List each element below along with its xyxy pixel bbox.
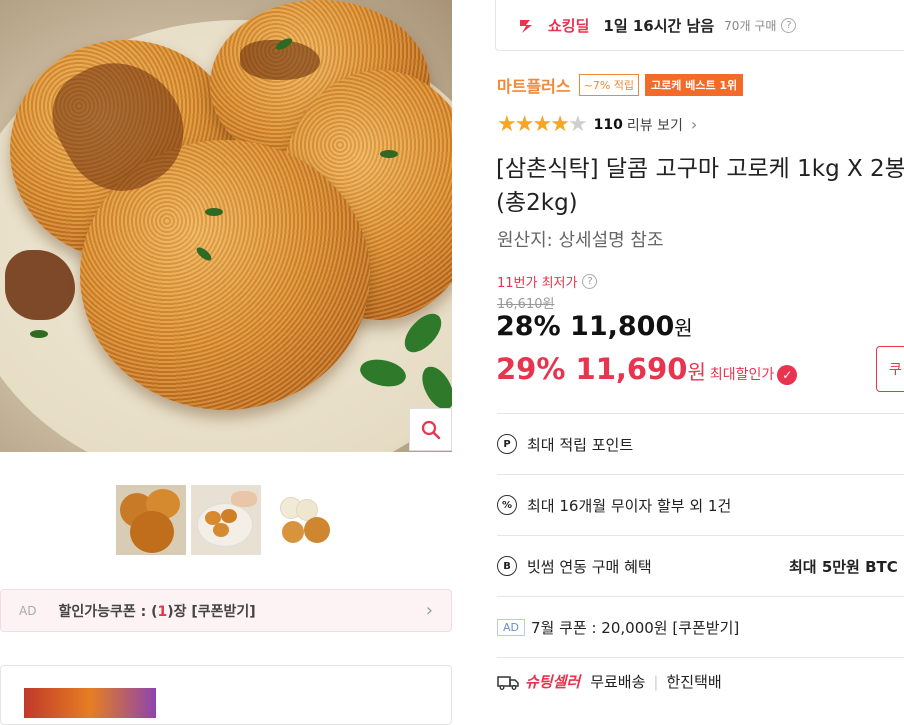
coupon-row-text[interactable]: 7월 쿠폰 : 20,000원 [쿠폰받기] — [531, 617, 739, 638]
ad-label: AD — [497, 618, 525, 636]
star-icon: ★ — [532, 112, 552, 137]
herb-garnish — [30, 330, 48, 338]
thumbnail-1[interactable] — [116, 485, 186, 555]
max-discount-price: 29% 11,690 원 최대할인가 ✓ — [496, 352, 798, 386]
benefit-label: 빗썸 연동 구매 혜택 — [527, 557, 652, 576]
shocking-deal-banner: 쇼킹딜 1일 16시간 남음 70개 구매 ? — [495, 0, 904, 51]
max-discount-rate: 29% — [496, 352, 566, 386]
shocking-deal-icon — [520, 20, 532, 33]
benefit-installment-row[interactable]: % 최대 16개월 무이자 할부 외 1건 — [497, 474, 904, 535]
review-count: 110 — [593, 116, 623, 133]
shooting-seller-logo: 슈팅셀러 — [525, 673, 581, 691]
deal-time-left: 1일 16시간 남음 — [603, 16, 715, 35]
herb-garnish — [205, 208, 223, 216]
points-badge: ~7% 적립 — [578, 74, 640, 96]
lowest-price-label: 11번가 최저가 ? — [497, 272, 598, 291]
ad-label: AD — [19, 603, 37, 618]
divider: | — [653, 672, 659, 691]
sale-price: 28% 11,800원 — [496, 311, 693, 342]
star-icon: ★ — [550, 112, 570, 137]
original-price: 16,610원 — [497, 297, 555, 312]
benefit-bithumb-row[interactable]: B 빗썸 연동 구매 혜택 최대 5만원 BTC — [497, 535, 904, 596]
bitcoin-icon: B — [497, 556, 517, 576]
product-origin: 원산지: 상세설명 참조 — [497, 230, 664, 251]
star-icon: ★ — [497, 112, 517, 137]
thumbnail-3[interactable] — [266, 485, 336, 555]
coupon-text: 할인가능쿠폰 : (1)장 [쿠폰받기] — [58, 603, 256, 620]
benefit-value: 최대 5만원 BTC — [789, 557, 898, 576]
benefit-label: 최대 적립 포인트 — [527, 435, 634, 454]
max-price-value: 11,690 — [575, 352, 688, 386]
coupon-side-button[interactable]: 쿠 — [876, 346, 904, 392]
chevron-right-icon: › — [425, 600, 433, 621]
star-icon: ★ — [514, 112, 535, 137]
shipping-row: 슈팅셀러 무료배송 | 한진택배 — [497, 657, 904, 705]
coupon-row[interactable]: AD 7월 쿠폰 : 20,000원 [쿠폰받기] — [497, 596, 904, 657]
points-icon: P — [497, 434, 517, 454]
benefit-points-row[interactable]: P 최대 적립 포인트 — [497, 413, 904, 474]
truck-icon — [497, 675, 519, 690]
help-icon[interactable]: ? — [582, 274, 598, 289]
review-link[interactable]: 리뷰 보기 — [627, 115, 683, 135]
chevron-right-icon: › — [690, 115, 698, 134]
deal-purchase-count: 70개 구매 — [724, 18, 777, 33]
coupon-bar[interactable]: AD 할인가능쿠폰 : (1)장 [쿠폰받기] › — [0, 589, 452, 632]
product-title: [삼촌식탁] 달콤 고구마 고로케 1kg X 2봉 (총2kg) — [496, 156, 904, 216]
related-thumbnail[interactable] — [24, 688, 156, 718]
chevron-down-icon[interactable]: ✓ — [777, 365, 798, 385]
product-main-image[interactable] — [0, 0, 452, 452]
help-icon[interactable]: ? — [781, 17, 797, 33]
best-badge: 고로케 베스트 1위 — [645, 74, 744, 96]
brand-name[interactable]: 마트플러스 — [497, 73, 571, 97]
sale-price-value: 11,800 — [570, 311, 675, 342]
rating-row[interactable]: ★★★★★ 110 리뷰 보기 › — [497, 112, 697, 137]
herb-garnish — [380, 150, 398, 158]
star-rating: ★★★★★ — [497, 112, 588, 137]
search-icon — [421, 420, 440, 439]
percent-icon: % — [497, 495, 517, 515]
star-empty-icon: ★ — [567, 112, 588, 137]
thumbnail-2[interactable] — [191, 485, 261, 555]
courier-label: 한진택배 — [666, 673, 722, 691]
free-shipping-label: 무료배송 — [590, 673, 646, 691]
zoom-button[interactable] — [409, 408, 452, 451]
brand-row: 마트플러스 ~7% 적립 고로케 베스트 1위 — [497, 73, 744, 97]
max-discount-label: 최대할인가 — [709, 367, 775, 383]
deal-label: 쇼킹딜 — [548, 16, 590, 35]
discount-rate: 28% — [496, 311, 561, 342]
benefit-label: 최대 16개월 무이자 할부 외 1건 — [527, 496, 732, 515]
